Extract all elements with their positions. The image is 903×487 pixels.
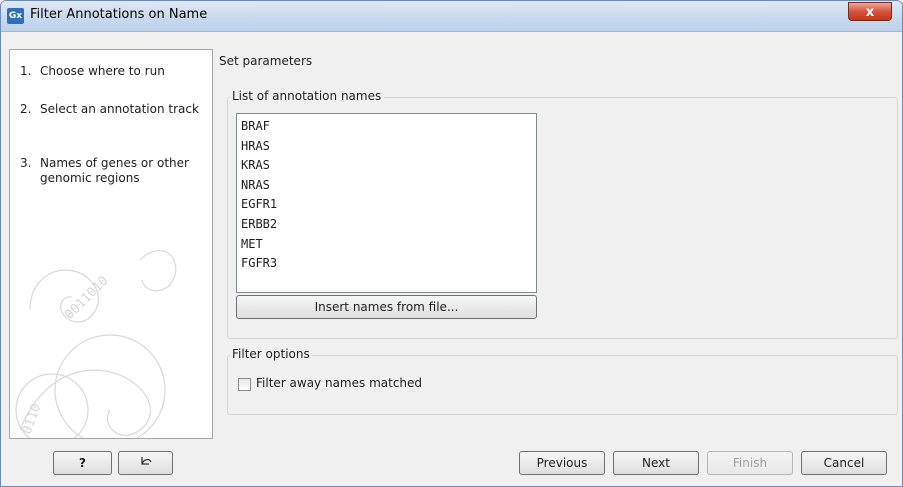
cancel-button[interactable]: Cancel [801, 451, 887, 475]
svg-text:0110: 0110 [20, 402, 45, 437]
button-bar: ? Previous Next Finish Cancel [9, 441, 895, 479]
section-title: Set parameters [219, 54, 313, 68]
window-title: Filter Annotations on Name [30, 7, 208, 22]
reset-arrow-icon [141, 457, 152, 465]
title-bar[interactable]: Gx Filter Annotations on Name x [1, 1, 902, 32]
svg-text:0011010: 0011010 [62, 273, 111, 322]
list-item: BRAF [241, 119, 270, 133]
names-group-label: List of annotation names [230, 89, 384, 103]
parameters-panel: Set parameters List of annotation names … [215, 49, 898, 439]
filter-options-group: Filter options Filter away names matched [227, 347, 898, 415]
list-item: HRAS [241, 138, 270, 153]
finish-button[interactable]: Finish [707, 451, 793, 475]
dialog-window: Gx Filter Annotations on Name x 1. Choos… [0, 0, 903, 487]
list-item: MET [241, 236, 263, 251]
steps-panel: 1. Choose where to run 2. Select an anno… [9, 49, 213, 439]
filter-away-checkbox[interactable] [238, 378, 251, 391]
next-button[interactable]: Next [613, 451, 699, 475]
annotation-names-textarea[interactable]: BRAF HRAS KRAS NRAS EGFR1 ERBB2 MET FGFR… [236, 113, 537, 293]
filter-away-label[interactable]: Filter away names matched [256, 376, 422, 390]
close-button[interactable]: x [848, 2, 892, 21]
list-item: NRAS [241, 177, 270, 192]
filter-options-label: Filter options [230, 347, 312, 361]
list-item: EGFR1 [241, 197, 278, 212]
help-button[interactable]: ? [53, 451, 112, 475]
decorative-swirl-graphic: 0011010 0110 [15, 249, 177, 438]
step-label: Names of genes or other genomic regions [40, 156, 189, 185]
step-number: 2. [20, 102, 32, 116]
insert-names-button[interactable]: Insert names from file... [236, 295, 537, 319]
names-group: List of annotation names BRAF HRAS KRAS … [227, 89, 898, 339]
step-number: 1. [20, 64, 32, 78]
list-item: KRAS [241, 158, 270, 173]
app-icon: Gx [7, 8, 24, 24]
step-label: Choose where to run [40, 64, 165, 78]
step-number: 3. [20, 156, 32, 170]
list-item: ERBB2 [241, 216, 278, 231]
reset-button[interactable] [118, 451, 173, 475]
list-item: FGFR3 [241, 256, 278, 271]
previous-button[interactable]: Previous [519, 451, 605, 475]
step-label: Select an annotation track [40, 102, 199, 116]
